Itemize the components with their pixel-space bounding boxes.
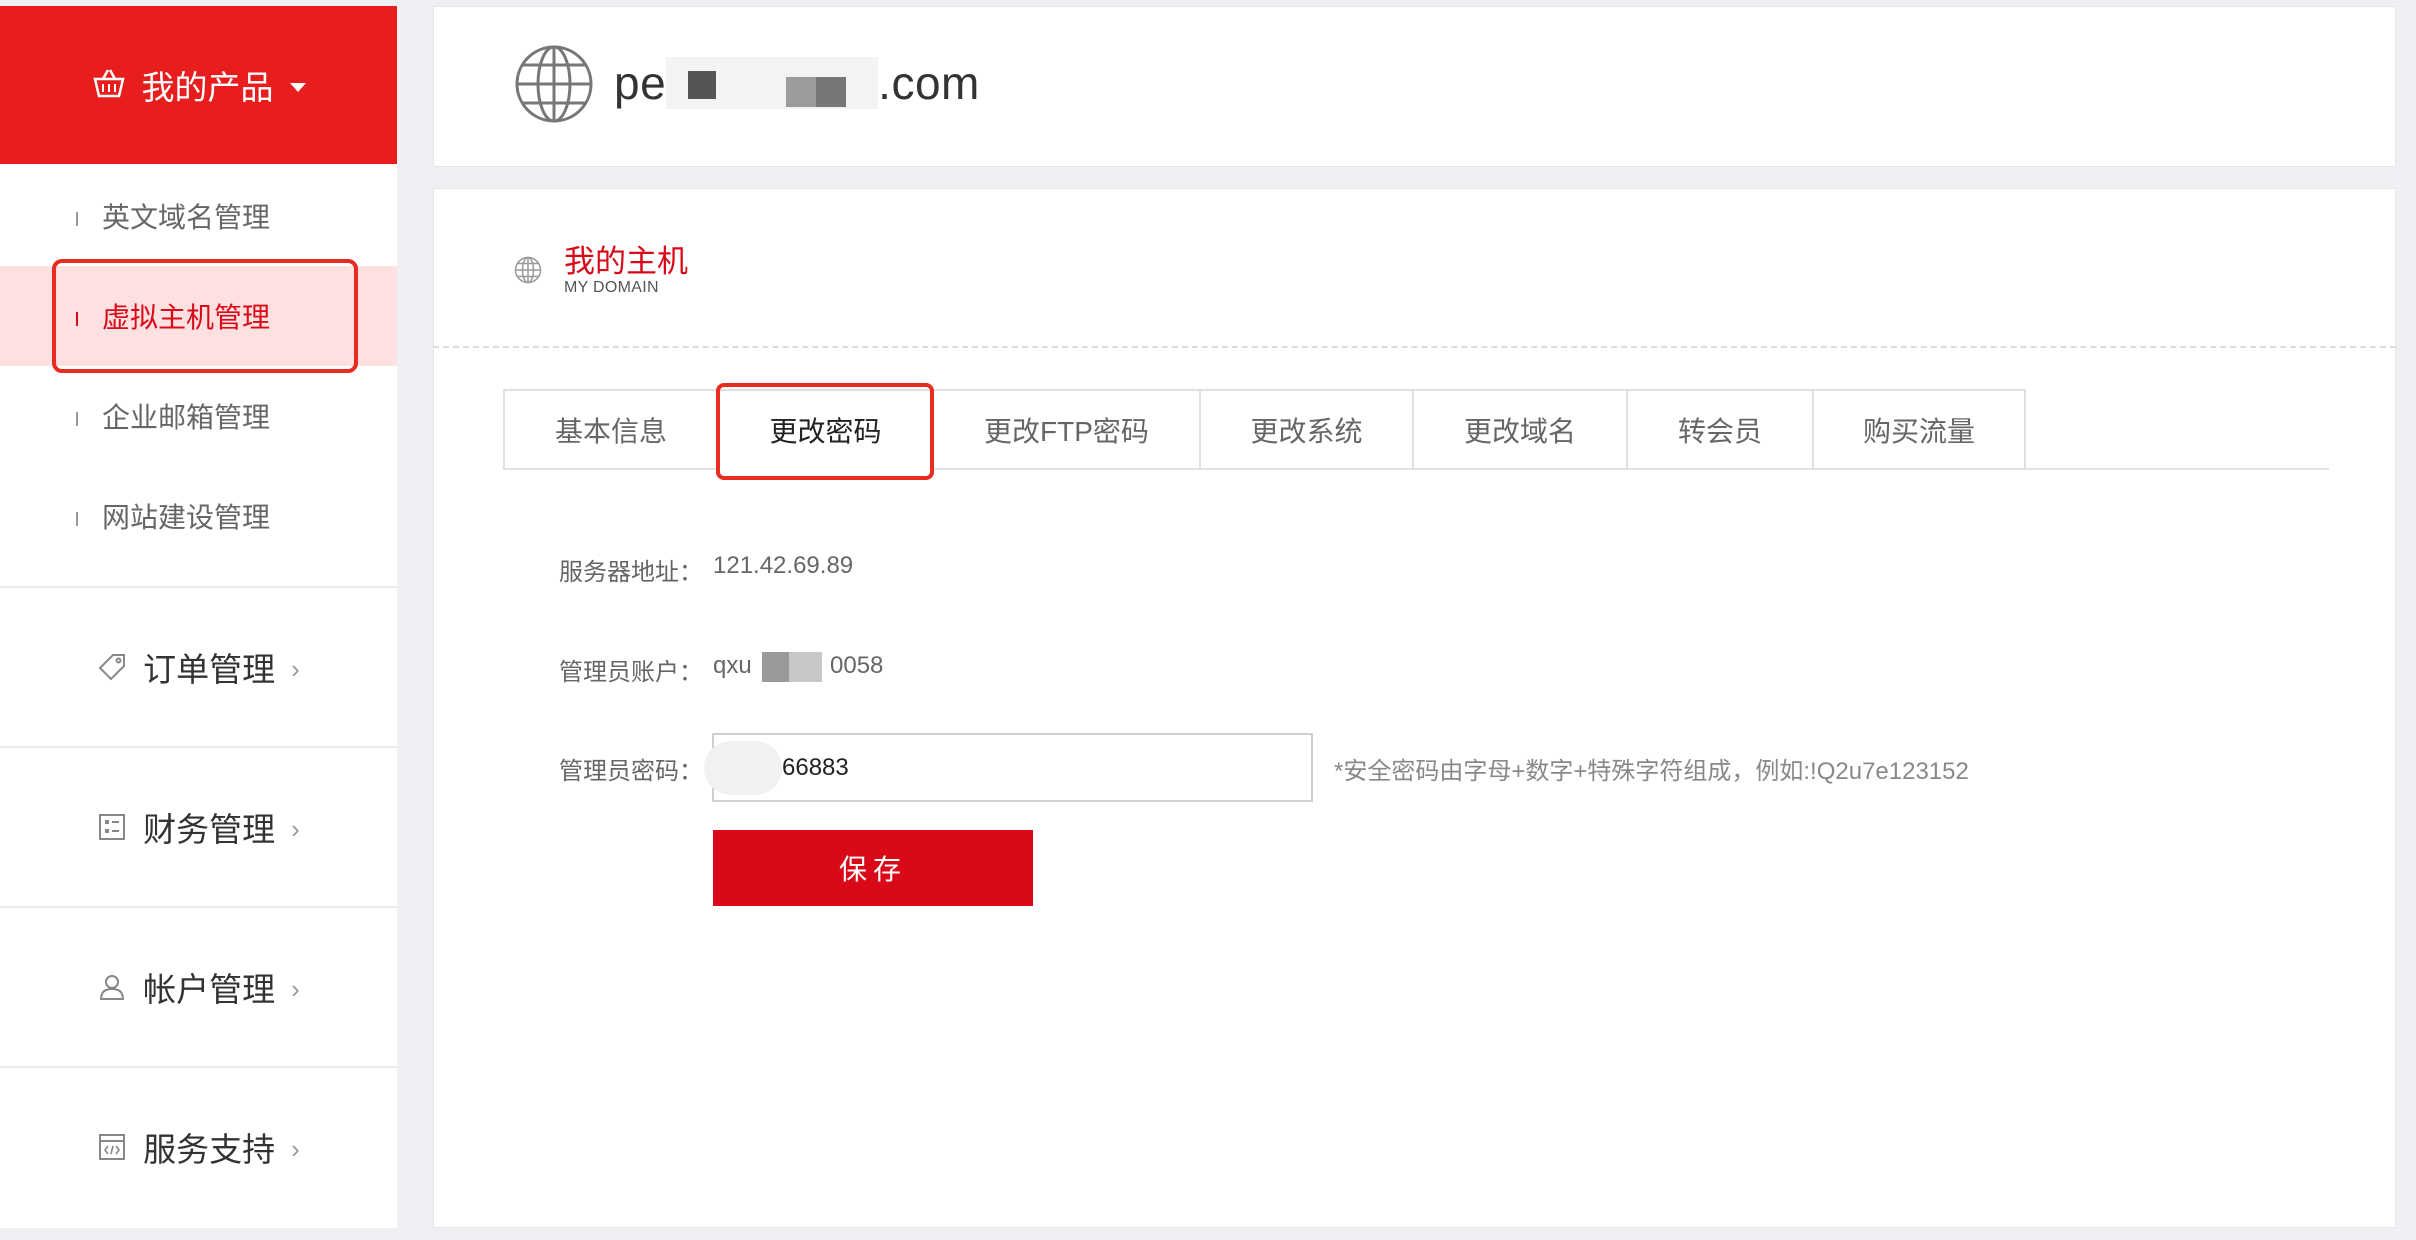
sidebar-item-virtual-host[interactable]: 虚拟主机管理 xyxy=(0,266,397,366)
sidebar-group-label: 财务管理 xyxy=(143,811,276,848)
item-bar xyxy=(76,312,78,326)
chevron-right-icon: › xyxy=(291,653,300,684)
tab-buy-traffic[interactable]: 购买流量 xyxy=(1812,389,2026,470)
server-address-value: 121.42.69.89 xyxy=(713,552,854,579)
sidebar-group-support[interactable]: 服务支持 › xyxy=(0,1068,397,1226)
sidebar-group-label: 帐户管理 xyxy=(143,971,276,1008)
sidebar: 我的产品 英文域名管理 虚拟主机管理 企业邮箱管理 网站建设管理 订单管理 › … xyxy=(0,6,397,1228)
save-button[interactable]: 保存 xyxy=(713,830,1033,906)
chevron-right-icon: › xyxy=(291,813,300,844)
sidebar-item-english-domain[interactable]: 英文域名管理 xyxy=(0,166,397,266)
sidebar-group-label: 订单管理 xyxy=(143,651,276,688)
dashed-divider xyxy=(433,346,2396,348)
admin-account-prefix: qxu xyxy=(713,652,752,679)
tab-label: 基本信息 xyxy=(554,415,667,447)
tab-change-ftp-password[interactable]: 更改FTP密码 xyxy=(932,389,1199,470)
tab-basic-info[interactable]: 基本信息 xyxy=(503,389,717,470)
tab-change-password[interactable]: 更改密码 xyxy=(717,389,932,470)
tab-label: 购买流量 xyxy=(1862,415,1975,447)
item-bar xyxy=(76,412,78,426)
tab-label: 更改系统 xyxy=(1250,415,1363,447)
domain-suffix: .com xyxy=(878,57,980,109)
sidebar-group-label: 服务支持 xyxy=(143,1131,276,1168)
tag-icon xyxy=(98,654,126,681)
admin-account-label: 管理员账户： xyxy=(559,659,703,686)
globe-icon xyxy=(514,256,542,284)
sidebar-item-label: 虚拟主机管理 xyxy=(102,302,271,333)
caret-down-icon xyxy=(289,82,306,92)
section-subtitle: MY DOMAIN xyxy=(564,279,659,296)
tab-change-domain[interactable]: 更改域名 xyxy=(1412,389,1626,470)
sidebar-item-label: 英文域名管理 xyxy=(102,202,271,233)
basket-icon xyxy=(92,69,125,98)
sidebar-group-finance[interactable]: 财务管理 › xyxy=(0,748,397,906)
sidebar-item-label: 企业邮箱管理 xyxy=(102,402,271,433)
chevron-right-icon: › xyxy=(291,1133,300,1164)
server-address-label: 服务器地址： xyxy=(559,559,703,586)
sidebar-group-orders[interactable]: 订单管理 › xyxy=(0,588,397,746)
admin-account-suffix: 0058 xyxy=(830,652,884,679)
admin-password-input[interactable] xyxy=(712,733,1313,802)
finance-icon xyxy=(99,814,126,840)
section-title: 我的主机 xyxy=(564,244,688,279)
sidebar-group-account[interactable]: 帐户管理 › xyxy=(0,908,397,1066)
tab-label: 转会员 xyxy=(1677,415,1762,447)
domain-prefix: pe xyxy=(614,57,667,109)
item-bar xyxy=(76,512,78,526)
my-products-label: 我的产品 xyxy=(141,69,274,106)
password-hint: *安全密码由字母+数字+特殊字符组成，例如:!Q2u7e123152 xyxy=(1334,758,1969,785)
item-bar xyxy=(76,212,78,226)
tab-change-system[interactable]: 更改系统 xyxy=(1199,389,1412,470)
redacted-block xyxy=(666,57,879,109)
tab-label: 更改密码 xyxy=(769,415,882,447)
my-products-menu[interactable]: 我的产品 xyxy=(0,6,397,164)
tab-label: 更改域名 xyxy=(1463,415,1576,447)
sidebar-item-label: 网站建设管理 xyxy=(102,502,271,533)
tab-transfer-member[interactable]: 转会员 xyxy=(1626,389,1812,470)
sidebar-item-website-build[interactable]: 网站建设管理 xyxy=(0,466,397,566)
sidebar-item-enterprise-mail[interactable]: 企业邮箱管理 xyxy=(0,366,397,466)
tab-label: 更改FTP密码 xyxy=(984,415,1149,447)
domain-name: pe .com xyxy=(614,56,980,110)
redacted-block xyxy=(762,652,822,682)
main-card xyxy=(433,188,2396,1228)
code-window-icon xyxy=(99,1134,126,1160)
user-icon xyxy=(100,975,125,1000)
admin-password-label: 管理员密码： xyxy=(559,758,703,785)
chevron-right-icon: › xyxy=(291,973,300,1004)
globe-icon xyxy=(515,45,593,123)
